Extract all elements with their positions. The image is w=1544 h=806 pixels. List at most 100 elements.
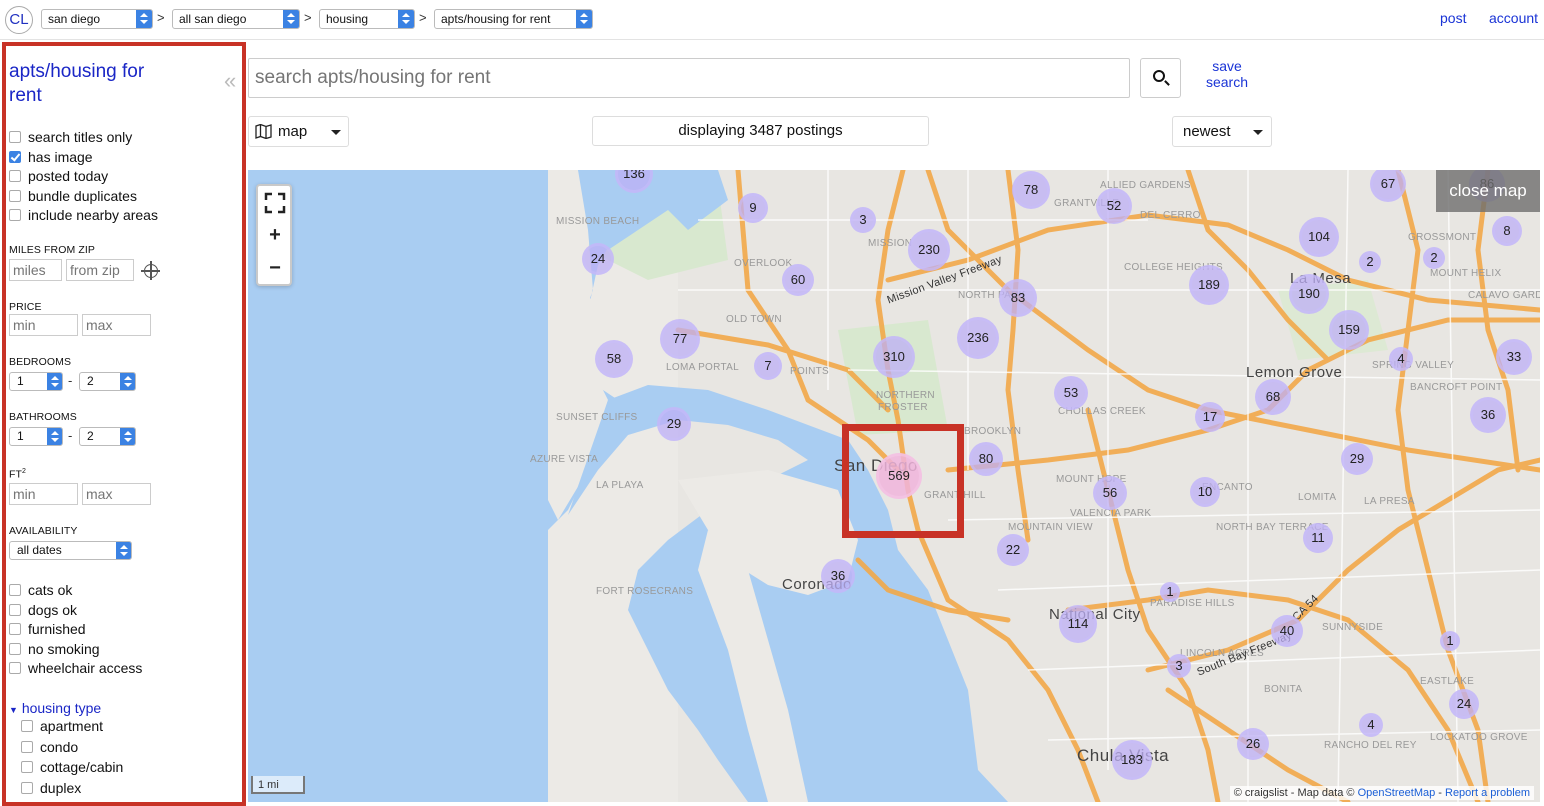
posting-cluster[interactable]: 10 [1190,477,1220,507]
posting-cluster[interactable]: 189 [1189,265,1229,305]
account-link[interactable]: account [1489,10,1538,26]
posting-cluster[interactable]: 4 [1389,347,1413,371]
posting-cluster[interactable]: 114 [1059,605,1097,643]
category-select[interactable]: housing [319,9,415,29]
posting-cluster[interactable]: 80 [969,442,1003,476]
zoom-in-button[interactable]: + [262,223,288,249]
subcategory-select[interactable]: apts/housing for rent [434,9,593,29]
housing-type-toggle[interactable]: ▼ housing type [9,700,101,716]
posting-cluster[interactable]: 29 [1341,443,1373,475]
bathrooms-max-select[interactable]: 2 [79,427,136,446]
price-min-input[interactable] [9,314,78,336]
openstreetmap-link[interactable]: OpenStreetMap [1358,787,1436,799]
zoom-out-button[interactable]: − [262,256,288,282]
amenity-furnished[interactable]: furnished [9,621,86,639]
search-input[interactable] [248,58,1130,98]
sqft-min-input[interactable] [9,483,78,505]
checkbox-checked-icon[interactable] [9,151,21,163]
checkbox-icon[interactable] [21,761,33,773]
map-view[interactable]: San Diego Coronado National City La Mesa… [248,170,1540,802]
housing-type-cottage-cabin[interactable]: cottage/cabin [21,759,123,777]
housing-type-apartment[interactable]: apartment [21,718,103,736]
posting-cluster[interactable]: 104 [1299,217,1339,257]
zip-input[interactable] [66,259,134,281]
area-select[interactable]: san diego [41,9,153,29]
posting-cluster[interactable]: 77 [660,319,700,359]
option-bundle-duplicates[interactable]: bundle duplicates [9,188,137,206]
price-max-input[interactable] [82,314,151,336]
view-mode-dropdown[interactable]: map [248,116,349,147]
checkbox-icon[interactable] [9,209,21,221]
posting-cluster[interactable]: 24 [582,243,614,275]
save-search-link[interactable]: save search [1198,58,1256,90]
posting-cluster[interactable]: 78 [1012,171,1050,209]
housing-type-duplex[interactable]: duplex [21,780,81,798]
posting-cluster[interactable]: 190 [1289,274,1329,314]
bedrooms-max-select[interactable]: 2 [79,372,136,391]
craigslist-logo[interactable]: CL [5,6,33,34]
locate-me-icon[interactable] [141,261,160,280]
fullscreen-button[interactable] [262,190,288,216]
bathrooms-min-select[interactable]: 1 [9,427,63,446]
posting-cluster[interactable]: 9 [738,193,768,223]
posting-cluster[interactable]: 33 [1496,339,1532,375]
checkbox-icon[interactable] [9,131,21,143]
subarea-select[interactable]: all san diego [172,9,300,29]
post-link[interactable]: post [1440,10,1466,26]
checkbox-icon[interactable] [9,662,21,674]
posting-cluster[interactable]: 2 [1359,251,1381,273]
checkbox-icon[interactable] [21,741,33,753]
posting-cluster[interactable]: 56 [1093,476,1127,510]
amenity-dogs-ok[interactable]: dogs ok [9,602,77,620]
checkbox-icon[interactable] [9,623,21,635]
checkbox-icon[interactable] [9,170,21,182]
checkbox-icon[interactable] [9,190,21,202]
posting-cluster[interactable]: 8 [1492,216,1522,246]
posting-cluster[interactable]: 11 [1303,523,1333,553]
checkbox-icon[interactable] [9,604,21,616]
posting-cluster[interactable]: 22 [997,534,1029,566]
posting-cluster[interactable]: 29 [657,407,691,441]
posting-cluster[interactable]: 36 [1470,397,1506,433]
collapse-sidebar-icon[interactable]: « [224,68,236,94]
bedrooms-min-select[interactable]: 1 [9,372,63,391]
posting-cluster[interactable]: 36 [821,559,855,593]
sort-dropdown[interactable]: newest [1172,116,1272,147]
posting-cluster[interactable]: 17 [1195,402,1225,432]
amenity-no-smoking[interactable]: no smoking [9,641,100,659]
posting-cluster[interactable]: 53 [1054,376,1088,410]
posting-cluster[interactable]: 83 [999,279,1037,317]
availability-select[interactable]: all dates [9,541,132,560]
sqft-max-input[interactable] [82,483,151,505]
posting-cluster[interactable]: 7 [754,352,782,380]
checkbox-icon[interactable] [9,584,21,596]
option-search-titles-only[interactable]: search titles only [9,129,132,147]
posting-cluster[interactable]: 40 [1271,615,1303,647]
option-include-nearby[interactable]: include nearby areas [9,207,158,225]
posting-cluster[interactable]: 26 [1237,728,1269,760]
posting-cluster[interactable]: 1 [1440,631,1460,651]
posting-cluster[interactable]: 52 [1096,188,1132,224]
miles-input[interactable] [9,259,62,281]
posting-cluster[interactable]: 310 [873,336,915,378]
posting-cluster[interactable]: 236 [957,317,999,359]
posting-cluster[interactable]: 24 [1449,689,1479,719]
close-map-button[interactable]: close map [1436,170,1540,212]
option-has-image[interactable]: has image [9,149,93,167]
checkbox-icon[interactable] [9,643,21,655]
amenity-cats-ok[interactable]: cats ok [9,582,72,600]
search-button[interactable] [1140,58,1181,98]
posting-cluster[interactable]: 159 [1329,310,1369,350]
posting-cluster[interactable]: 58 [595,340,633,378]
report-problem-link[interactable]: Report a problem [1445,787,1530,799]
posting-cluster[interactable]: 183 [1112,740,1152,780]
housing-type-condo[interactable]: condo [21,739,78,757]
checkbox-icon[interactable] [21,782,33,794]
posting-cluster[interactable]: 60 [782,264,814,296]
posting-cluster[interactable]: 1 [1160,582,1180,602]
amenity-wheelchair-access[interactable]: wheelchair access [9,660,142,678]
posting-cluster[interactable]: 3 [850,207,876,233]
posting-cluster[interactable]: 2 [1423,247,1445,269]
posting-cluster[interactable]: 68 [1255,379,1291,415]
posting-cluster[interactable]: 3 [1167,654,1191,678]
